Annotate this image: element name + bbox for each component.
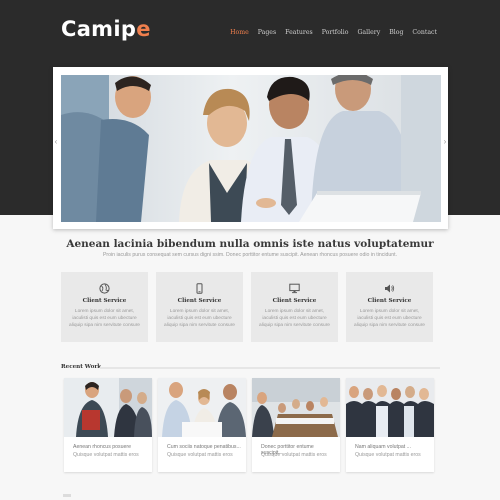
work-photo	[346, 378, 434, 437]
work-caption: Aenean rhoncus posuere	[73, 444, 131, 450]
service-text: Lorem ipsum dolor sit amet, iaculisti qu…	[259, 309, 330, 328]
chevron-right-icon[interactable]: ›	[441, 137, 449, 147]
section-divider	[100, 367, 440, 369]
work-caption: Cum sociis natoque penatibus...	[167, 444, 241, 450]
work-subcaption: Quisque volutpat mattis eros	[261, 452, 327, 458]
mobile-icon	[196, 283, 203, 294]
service-text: Lorem ipsum dolor sit amet, iaculisti qu…	[69, 309, 140, 328]
work-subcaption: Quisque volutpat mattis eros	[167, 452, 233, 458]
work-thumbnail[interactable]	[64, 378, 152, 437]
service-title: Client Service	[272, 298, 317, 304]
footer-mark	[63, 494, 71, 497]
service-card[interactable]: Client Service Lorem ipsum dolor sit ame…	[61, 272, 148, 342]
nav-features[interactable]: Features	[285, 29, 313, 36]
work-subcaption: Quisque volutpat mattis eros	[73, 452, 139, 458]
hero-image	[61, 75, 441, 222]
work-item[interactable]: Cum sociis natoque penatibus... Quisque …	[158, 378, 246, 472]
nav-gallery[interactable]: Gallery	[357, 29, 380, 36]
nav-blog[interactable]: Blog	[389, 29, 403, 36]
chevron-left-icon[interactable]: ‹	[52, 137, 60, 147]
work-photo	[64, 378, 152, 437]
service-card[interactable]: Client Service Lorem ipsum dolor sit ame…	[156, 272, 243, 342]
nav-contact[interactable]: Contact	[412, 29, 437, 36]
nav-pages[interactable]: Pages	[258, 29, 276, 36]
hero-slider: ‹ ›	[53, 67, 448, 229]
service-card[interactable]: Client Service Lorem ipsum dolor sit ame…	[346, 272, 433, 342]
work-item[interactable]: Nam aliquam volutpat ... Quisque volutpa…	[346, 378, 434, 472]
service-text: Lorem ipsum dolor sit amet, iaculisti qu…	[164, 309, 235, 328]
work-thumbnail[interactable]	[346, 378, 434, 437]
intro-headline: Aenean lacinia bibendum nulla omnis iste…	[66, 238, 434, 250]
service-card[interactable]: Client Service Lorem ipsum dolor sit ame…	[251, 272, 338, 342]
site-logo[interactable]: Camipe	[61, 17, 151, 41]
work-photo	[158, 378, 246, 437]
nav-portfolio[interactable]: Portfolio	[322, 29, 349, 36]
services-row: Client Service Lorem ipsum dolor sit ame…	[61, 272, 434, 342]
recent-work-title: Recent Work	[61, 364, 102, 370]
globe-icon	[99, 283, 110, 294]
work-caption: Nam aliquam volutpat ...	[355, 444, 411, 450]
business-team-photo	[61, 75, 441, 222]
work-item[interactable]: Donec porttitor entume suscipit... Quisq…	[252, 378, 340, 472]
logo-accent: e	[136, 17, 151, 41]
speaker-icon	[385, 284, 395, 293]
work-photo	[252, 378, 340, 437]
work-subcaption: Quisque volutpat mattis eros	[355, 452, 421, 458]
work-item[interactable]: Aenean rhoncus posuere Quisque volutpat …	[64, 378, 152, 472]
service-title: Client Service	[82, 298, 127, 304]
monitor-icon	[289, 283, 300, 294]
logo-text: Camip	[61, 17, 137, 41]
work-thumbnail[interactable]	[158, 378, 246, 437]
service-title: Client Service	[177, 298, 222, 304]
service-title: Client Service	[367, 298, 412, 304]
work-thumbnail[interactable]	[252, 378, 340, 437]
intro-subline: Proin iaculis purus consequat sem cursus…	[102, 252, 398, 258]
nav-home[interactable]: Home	[230, 29, 249, 36]
service-text: Lorem ipsum dolor sit amet, iaculisti qu…	[354, 309, 425, 328]
main-nav: Home Pages Features Portfolio Gallery Bl…	[230, 29, 437, 36]
